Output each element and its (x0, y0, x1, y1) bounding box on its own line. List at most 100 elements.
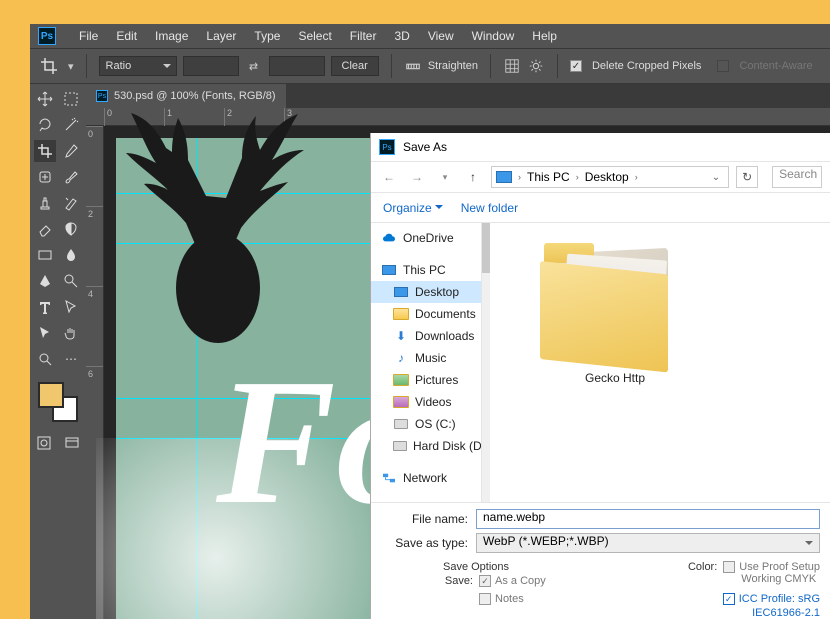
icc-profile-value: IEC61966-2.1 (688, 607, 820, 619)
icc-profile-checkbox[interactable]: ✓ICC Profile: sRG (688, 593, 820, 605)
grid-overlay-icon[interactable] (503, 57, 521, 75)
folder-content[interactable]: Gecko Http (490, 223, 830, 502)
hand-tool[interactable] (60, 322, 82, 344)
photoshop-window: Ps File Edit Image Layer Type Select Fil… (30, 24, 830, 619)
move-tool[interactable] (34, 88, 56, 110)
folder-icon (393, 396, 409, 408)
search-input[interactable]: Search (772, 166, 822, 188)
music-icon: ♪ (393, 351, 409, 365)
file-name-input[interactable]: name.webp (476, 509, 820, 529)
monitor-icon (393, 285, 409, 299)
marquee-tool[interactable] (60, 88, 82, 110)
clone-stamp-tool[interactable] (34, 192, 56, 214)
notes-checkbox: Notes (479, 593, 546, 605)
menu-view[interactable]: View (419, 29, 463, 43)
type-tool[interactable] (34, 296, 56, 318)
screen-mode-icon[interactable] (61, 432, 83, 454)
menu-file[interactable]: File (70, 29, 107, 43)
breadcrumb[interactable]: › This PC › Desktop › ⌄ (491, 166, 729, 188)
tree-pictures[interactable]: Pictures (371, 369, 481, 391)
gradient-tool[interactable] (60, 218, 82, 240)
clear-button[interactable]: Clear (331, 56, 379, 76)
nav-forward-icon: → (407, 167, 427, 187)
tree-music[interactable]: ♪Music (371, 347, 481, 369)
menu-type[interactable]: Type (245, 29, 289, 43)
swap-width-height-icon[interactable]: ⇄ (245, 57, 263, 75)
new-folder-button[interactable]: New folder (461, 201, 518, 215)
folder-item[interactable]: Gecko Http (530, 243, 700, 385)
tree-desktop[interactable]: Desktop (371, 281, 481, 303)
history-brush-tool[interactable] (60, 192, 82, 214)
document-tab[interactable]: Ps 530.psd @ 100% (Fonts, RGB/8) (86, 84, 286, 108)
menu-window[interactable]: Window (463, 29, 524, 43)
delete-cropped-checkbox[interactable]: ✓ (570, 60, 582, 72)
save-as-type-label: Save as type: (381, 536, 476, 550)
eyedropper-tool[interactable] (60, 140, 82, 162)
menu-3d[interactable]: 3D (385, 29, 418, 43)
ratio-dropdown[interactable]: Ratio (99, 56, 177, 76)
dialog-title: Save As (403, 140, 447, 154)
save-options-heading: Save Options (443, 561, 583, 573)
lasso-tool[interactable] (34, 114, 56, 136)
blur-tool[interactable] (60, 244, 82, 266)
crumb-desktop[interactable]: Desktop (585, 170, 629, 184)
pen-tool[interactable] (34, 270, 56, 292)
tree-os-c[interactable]: OS (C:) (371, 413, 481, 435)
organize-menu[interactable]: Organize (383, 201, 443, 215)
refresh-icon[interactable]: ↻ (736, 166, 758, 188)
dodge-tool[interactable] (60, 270, 82, 292)
healing-brush-tool[interactable] (34, 166, 56, 188)
save-as-type-select[interactable]: WebP (*.WEBP;*.WBP) (476, 533, 820, 553)
direct-selection-tool[interactable] (34, 322, 56, 344)
foreground-color-swatch[interactable] (38, 382, 64, 408)
height-input[interactable] (269, 56, 325, 76)
more-tools[interactable]: ⋯ (60, 348, 82, 370)
menu-layer[interactable]: Layer (197, 29, 245, 43)
address-bar: ← → ▾ ↑ › This PC › Desktop › ⌄ ↻ Search (371, 161, 830, 193)
settings-gear-icon[interactable] (527, 57, 545, 75)
crop-tool-icon (40, 57, 58, 75)
rectangle-tool[interactable] (34, 244, 56, 266)
menu-filter[interactable]: Filter (341, 29, 386, 43)
tree-videos[interactable]: Videos (371, 391, 481, 413)
tree-scrollbar[interactable] (482, 223, 490, 502)
tree-this-pc[interactable]: This PC (371, 259, 481, 281)
as-a-copy-checkbox[interactable]: ✓As a Copy (479, 575, 546, 587)
menu-image[interactable]: Image (146, 29, 197, 43)
pc-icon (381, 263, 397, 277)
tree-onedrive[interactable]: OneDrive (371, 227, 481, 249)
app-logo: Ps (38, 27, 56, 45)
path-selection-tool[interactable] (60, 296, 82, 318)
zoom-tool[interactable] (34, 348, 56, 370)
tree-downloads[interactable]: ⬇Downloads (371, 325, 481, 347)
nav-recent-icon[interactable]: ▾ (435, 167, 455, 187)
eraser-tool[interactable] (34, 218, 56, 240)
dialog-titlebar[interactable]: Ps Save As (371, 133, 830, 161)
disk-icon (393, 441, 407, 451)
use-proof-setup-checkbox: Use Proof Setup (723, 561, 820, 573)
network-icon (381, 471, 397, 485)
straighten-label[interactable]: Straighten (428, 60, 478, 72)
width-input[interactable] (183, 56, 239, 76)
menu-help[interactable]: Help (523, 29, 566, 43)
menu-edit[interactable]: Edit (107, 29, 146, 43)
nav-up-icon[interactable]: ↑ (463, 167, 483, 187)
quick-mask-icon[interactable] (33, 432, 55, 454)
straighten-icon[interactable] (404, 57, 422, 75)
tree-network[interactable]: Network (371, 467, 481, 489)
crop-tool[interactable] (34, 140, 56, 162)
tree-documents[interactable]: Documents (371, 303, 481, 325)
tools-panel: ⋯ (30, 84, 86, 619)
tree-hard-d[interactable]: Hard Disk (D:) (371, 435, 481, 457)
file-name-label: File name: (381, 512, 476, 526)
color-swatches[interactable] (38, 382, 78, 422)
pc-icon (496, 171, 512, 183)
brush-tool[interactable] (60, 166, 82, 188)
menu-bar: Ps File Edit Image Layer Type Select Fil… (30, 24, 830, 48)
disk-icon (394, 419, 408, 429)
crumb-this-pc[interactable]: This PC (527, 170, 570, 184)
menu-select[interactable]: Select (289, 29, 340, 43)
magic-wand-tool[interactable] (60, 114, 82, 136)
content-aware-checkbox[interactable] (717, 60, 729, 72)
nav-back-icon[interactable]: ← (379, 167, 399, 187)
